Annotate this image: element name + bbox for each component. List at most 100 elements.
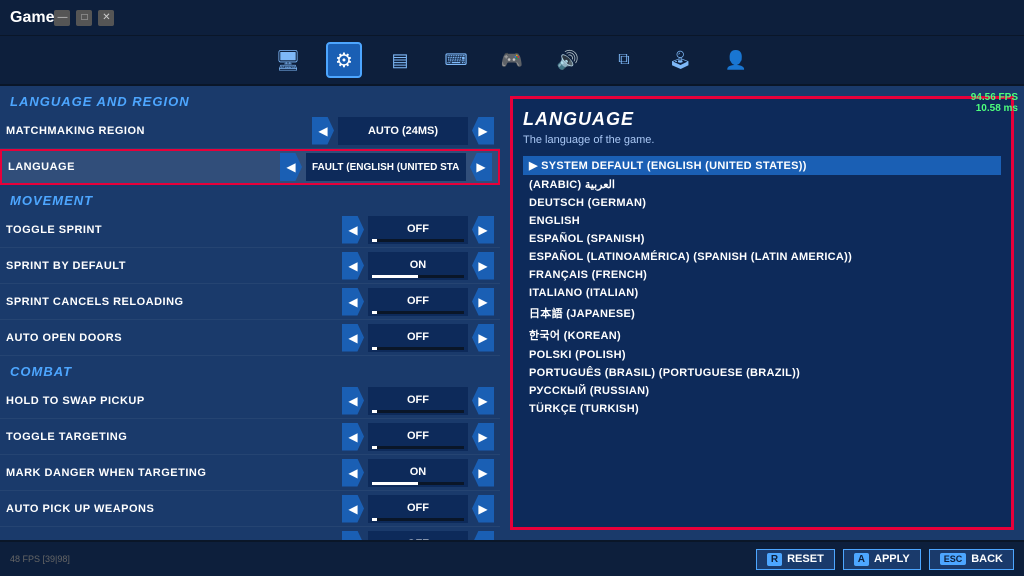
matchmaking-region-row: MATCHMAKING REGION ◀ AUTO (24MS) ▶ [0,113,500,149]
auto-pickup-weapons-next[interactable]: ▶ [472,495,494,523]
sprint-default-next[interactable]: ▶ [472,252,494,280]
auto-sort-consumables-prev[interactable]: ◀ [342,531,364,541]
nav-account[interactable]: 👤 [718,42,754,78]
auto-pickup-weapons-prev[interactable]: ◀ [342,495,364,523]
language-item-1[interactable]: (ARABIC) العربية [523,175,1001,194]
sprint-default-value: ON [368,252,468,280]
language-item-3[interactable]: ENGLISH [523,212,1001,230]
titlebar-title: Game [10,9,54,27]
matchmaking-next-button[interactable]: ▶ [472,117,494,145]
sprint-cancels-next[interactable]: ▶ [472,288,494,316]
nav-speaker[interactable]: 🔊 [550,42,586,78]
fps-value: 94.56 FPS [971,92,1018,103]
language-item-5[interactable]: ESPAÑOL (LATINOAMÉRICA) (SPANISH (LATIN … [523,248,1001,266]
auto-sort-consumables-value: OFF [368,531,468,541]
toggle-sprint-prev[interactable]: ◀ [342,216,364,244]
titlebar: Game — □ ✕ [0,0,1024,36]
nav-gear[interactable]: ⚙ [326,42,362,78]
maximize-button[interactable]: □ [76,10,92,26]
language-control: ◀ FAULT (ENGLISH (UNITED STA ▶ [280,153,492,181]
nav-monitor[interactable]: 🖥 [270,42,306,78]
main-content: LANGUAGE AND REGION MATCHMAKING REGION ◀… [0,86,1024,540]
auto-pickup-weapons-label: AUTO PICK UP WEAPONS [6,503,342,515]
toggle-targeting-label: TOGGLE TARGETING [6,431,342,443]
apply-button[interactable]: A APPLY [843,549,921,570]
language-item-12[interactable]: РУССКЫЙ (RUSSIAN) [523,382,1001,400]
back-label: BACK [971,553,1003,565]
auto-open-doors-prev[interactable]: ◀ [342,324,364,352]
nav-hud[interactable]: ⧉ [606,42,642,78]
language-item-6[interactable]: FRANÇAIS (FRENCH) [523,266,1001,284]
sprint-default-prev[interactable]: ◀ [342,252,364,280]
nav-card[interactable]: ▤ [382,42,418,78]
toggle-sprint-control: ◀ OFF ▶ [342,216,494,244]
toggle-sprint-next[interactable]: ▶ [472,216,494,244]
language-item-7[interactable]: ITALIANO (ITALIAN) [523,284,1001,302]
toggle-targeting-next[interactable]: ▶ [472,423,494,451]
section-movement: MOVEMENT [0,185,500,212]
auto-sort-consumables-control: ◀ OFF ▶ [342,531,494,541]
auto-pickup-weapons-row: AUTO PICK UP WEAPONS ◀ OFF ▶ [0,491,500,527]
language-item-9[interactable]: 한국어 (KOREAN) [523,324,1001,346]
language-row: LANGUAGE ◀ FAULT (ENGLISH (UNITED STA ▶ [0,149,500,185]
sprint-cancels-value: OFF [368,288,468,316]
section-combat: COMBAT [0,356,500,383]
language-next-button[interactable]: ▶ [470,153,492,181]
bottom-buttons: R RESET A APPLY ESC BACK [756,549,1014,570]
auto-open-doors-next[interactable]: ▶ [472,324,494,352]
language-label: LANGUAGE [8,161,280,173]
mark-danger-next[interactable]: ▶ [472,459,494,487]
language-item-2[interactable]: DEUTSCH (GERMAN) [523,194,1001,212]
apply-key: A [854,553,869,566]
section-language-region: LANGUAGE AND REGION [0,86,500,113]
hold-swap-pickup-value: OFF [368,387,468,415]
nav-controller[interactable]: 🕹 [662,42,698,78]
matchmaking-value: AUTO (24MS) [338,117,468,145]
mark-danger-label: MARK DANGER WHEN TARGETING [6,467,342,479]
matchmaking-label: MATCHMAKING REGION [6,125,312,137]
auto-pickup-weapons-value: OFF [368,495,468,523]
language-item-4[interactable]: ESPAÑOL (SPANISH) [523,230,1001,248]
auto-open-doors-row: AUTO OPEN DOORS ◀ OFF ▶ [0,320,500,356]
hold-swap-pickup-prev[interactable]: ◀ [342,387,364,415]
debug-info: 48 FPS [39|98] [10,554,70,564]
toggle-targeting-prev[interactable]: ◀ [342,423,364,451]
language-panel-subtitle: The language of the game. [523,134,1001,146]
fps-counter: 94.56 FPS 10.58 ms [971,92,1018,114]
reset-key: R [767,553,782,566]
nav-keyboard[interactable]: ⌨ [438,42,474,78]
sprint-cancels-prev[interactable]: ◀ [342,288,364,316]
back-button[interactable]: ESC BACK [929,549,1014,570]
language-list: ▶ SYSTEM DEFAULT (ENGLISH (UNITED STATES… [523,156,1001,418]
nav-gamepad[interactable]: 🎮 [494,42,530,78]
language-prev-button[interactable]: ◀ [280,153,302,181]
close-button[interactable]: ✕ [98,10,114,26]
back-key: ESC [940,553,967,565]
hold-swap-pickup-control: ◀ OFF ▶ [342,387,494,415]
toggle-targeting-value: OFF [368,423,468,451]
language-item-8[interactable]: 日本語 (JAPANESE) [523,302,1001,324]
minimize-button[interactable]: — [54,10,70,26]
mark-danger-prev[interactable]: ◀ [342,459,364,487]
hold-swap-pickup-label: HOLD TO SWAP PICKUP [6,395,342,407]
window-controls: — □ ✕ [54,10,114,26]
mark-danger-value: ON [368,459,468,487]
language-item-13[interactable]: TÜRKÇE (TURKISH) [523,400,1001,418]
reset-label: RESET [787,553,824,565]
sprint-cancels-row: SPRINT CANCELS RELOADING ◀ OFF ▶ [0,284,500,320]
language-item-11[interactable]: PORTUGUÊS (BRASIL) (PORTUGUESE (BRAZIL)) [523,364,1001,382]
auto-pickup-weapons-control: ◀ OFF ▶ [342,495,494,523]
auto-sort-consumables-next[interactable]: ▶ [472,531,494,541]
language-panel-title: LANGUAGE [523,109,1001,130]
matchmaking-control: ◀ AUTO (24MS) ▶ [312,117,494,145]
sprint-cancels-control: ◀ OFF ▶ [342,288,494,316]
hold-swap-pickup-next[interactable]: ▶ [472,387,494,415]
matchmaking-prev-button[interactable]: ◀ [312,117,334,145]
toggle-sprint-row: TOGGLE SPRINT ◀ OFF ▶ [0,212,500,248]
sprint-default-row: SPRINT BY DEFAULT ◀ ON ▶ [0,248,500,284]
toggle-targeting-row: TOGGLE TARGETING ◀ OFF ▶ [0,419,500,455]
sprint-default-label: SPRINT BY DEFAULT [6,260,342,272]
reset-button[interactable]: R RESET [756,549,835,570]
language-item-10[interactable]: POLSKI (POLISH) [523,346,1001,364]
language-item-0[interactable]: ▶ SYSTEM DEFAULT (ENGLISH (UNITED STATES… [523,156,1001,175]
